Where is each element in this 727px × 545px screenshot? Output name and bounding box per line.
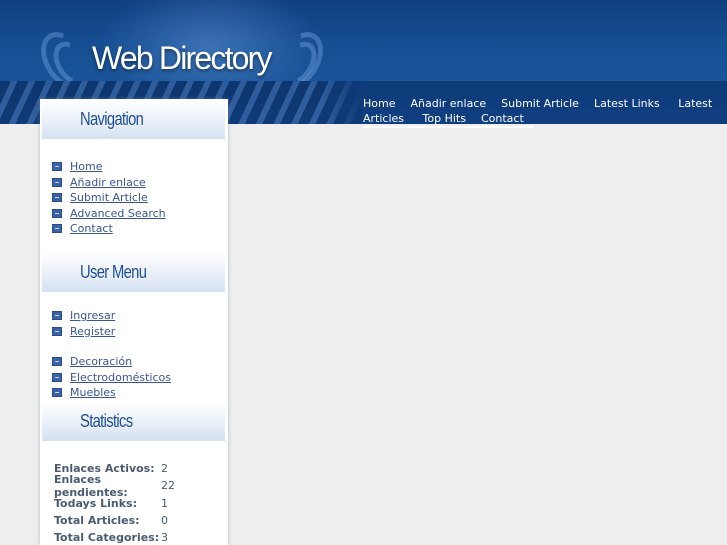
nav-item-submit-article[interactable]: Submit Article: [52, 190, 166, 206]
stat-label: Total Articles:: [54, 514, 140, 528]
category-link-decoracion[interactable]: Decoración: [70, 355, 132, 368]
topnav-latest-links[interactable]: Latest Links: [594, 97, 660, 110]
stat-label: Enlaces pendientes:: [54, 472, 128, 499]
stat-row: Enlaces pendientes: 22: [54, 473, 175, 499]
nav-item-home[interactable]: Home: [52, 159, 166, 175]
nav-link-submit-article[interactable]: Submit Article: [70, 191, 148, 204]
statistics-title: Statistics: [80, 411, 133, 431]
topnav-top-hits[interactable]: Top Hits: [423, 112, 466, 125]
stat-row: Total Categories: 3: [54, 529, 175, 545]
category-link-electrodomesticos[interactable]: Electrodomésticos: [70, 371, 171, 384]
nav-link-add-link[interactable]: Añadir enlace: [70, 176, 146, 189]
stat-value: 3: [161, 531, 168, 545]
top-navigation: Home Añadir enlace Submit Article Latest Li…: [363, 96, 713, 128]
bullet-icon: [52, 208, 62, 218]
bullet-icon: [52, 177, 62, 187]
stat-label: Total Categories:: [54, 531, 160, 545]
stat-value: 1: [161, 496, 168, 510]
site-logo[interactable]: Web Directory: [92, 40, 273, 77]
sidebar: Navigation Home Añadir enlace Submit Art…: [40, 99, 228, 545]
category-item[interactable]: Decoración: [52, 354, 171, 370]
bullet-icon: [52, 357, 62, 367]
register-link[interactable]: Register: [70, 325, 115, 338]
stat-value: 22: [161, 479, 175, 493]
bullet-icon: [52, 388, 62, 398]
user-menu-box-header: User Menu: [42, 252, 225, 292]
nav-link-contact[interactable]: Contact: [70, 222, 113, 235]
bullet-icon: [52, 326, 62, 336]
nav-item-add-link[interactable]: Añadir enlace: [52, 175, 166, 191]
nav-link-home[interactable]: Home: [70, 160, 102, 173]
topnav-home[interactable]: Home: [363, 97, 395, 110]
user-menu: Ingresar Register: [52, 308, 115, 339]
user-item-login[interactable]: Ingresar: [52, 308, 115, 324]
topnav-add-link[interactable]: Añadir enlace: [410, 97, 486, 110]
bullet-icon: [52, 224, 62, 234]
navigation-title: Navigation: [80, 109, 144, 129]
topnav-contact[interactable]: Contact: [481, 112, 524, 125]
category-link-muebles[interactable]: Muebles: [70, 386, 116, 399]
stat-value: 0: [161, 514, 168, 528]
login-link[interactable]: Ingresar: [70, 309, 115, 322]
category-item[interactable]: Electrodomésticos: [52, 370, 171, 386]
bullet-icon: [52, 311, 62, 321]
site-header: Web Directory: [0, 0, 727, 81]
user-menu-title: User Menu: [80, 262, 147, 282]
nav-item-advanced-search[interactable]: Advanced Search: [52, 206, 166, 222]
bullet-icon: [52, 372, 62, 382]
nav-item-contact[interactable]: Contact: [52, 221, 166, 237]
bullet-icon: [52, 193, 62, 203]
statistics-box-header: Statistics: [42, 401, 225, 441]
nav-link-advanced-search[interactable]: Advanced Search: [70, 207, 166, 220]
category-menu: Decoración Electrodomésticos Muebles: [52, 354, 171, 401]
statistics-table: Enlaces Activos: 2 Enlaces pendientes: 22 …: [54, 460, 175, 545]
stat-row: Todays Links: 1: [54, 495, 175, 512]
topnav-submit-article[interactable]: Submit Article: [501, 97, 579, 110]
navigation-box-header: Navigation: [42, 99, 225, 139]
navigation-menu: Home Añadir enlace Submit Article Advanc…: [52, 159, 166, 237]
category-item[interactable]: Muebles: [52, 385, 171, 401]
stat-row: Total Articles: 0: [54, 512, 175, 529]
bullet-icon: [52, 162, 62, 172]
stat-value: 2: [161, 462, 168, 476]
stat-label: Todays Links:: [54, 496, 137, 510]
nav-underline: [363, 126, 534, 128]
user-item-register[interactable]: Register: [52, 324, 115, 340]
